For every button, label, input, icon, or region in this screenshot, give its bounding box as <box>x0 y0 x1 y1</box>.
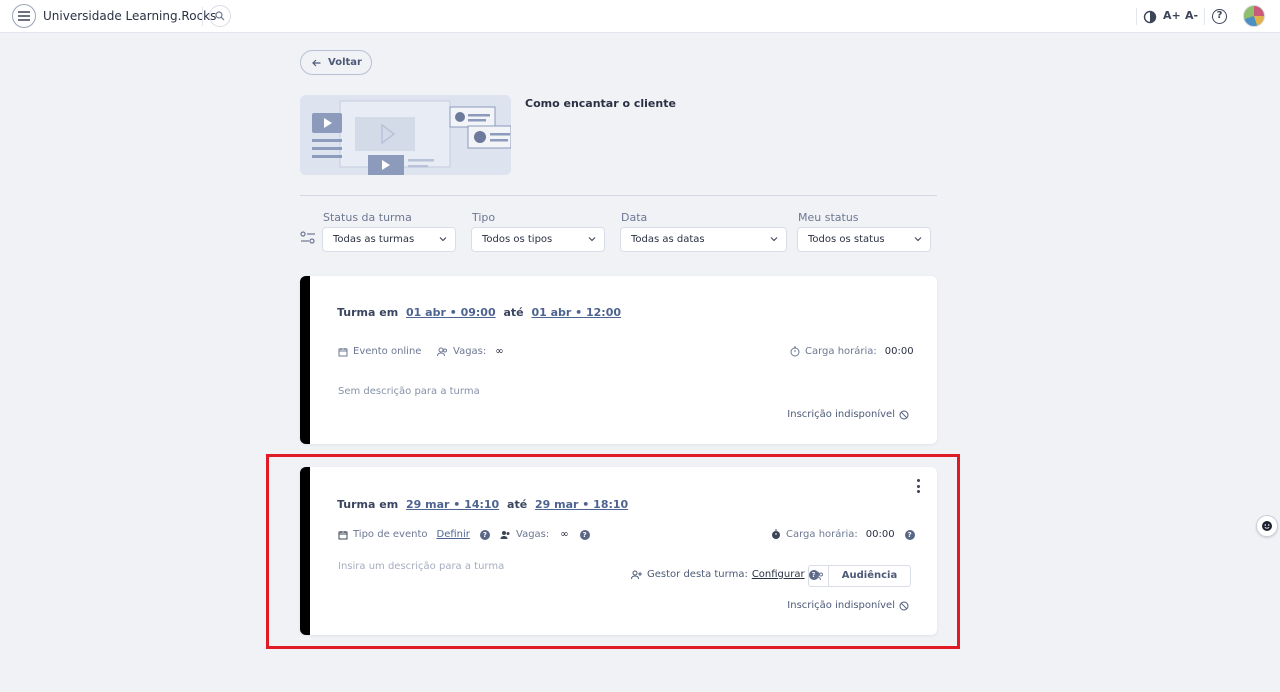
filter-label-meu-status: Meu status <box>798 211 859 224</box>
filter-label-tipo: Tipo <box>472 211 496 224</box>
divider <box>1204 8 1205 25</box>
event-type-label: Evento online <box>353 346 422 357</box>
timer-icon <box>790 346 800 357</box>
section-divider <box>300 195 937 196</box>
class-title: Turma em 01 abr • 09:00 até 01 abr • 12:… <box>337 306 625 319</box>
filter-value: Todas as turmas <box>333 234 415 245</box>
course-title: Como encantar o cliente <box>525 97 676 110</box>
carga-horaria: Carga horária: 00:00 <box>790 346 914 357</box>
chevron-down-icon <box>770 237 778 242</box>
class-end-date[interactable]: 01 abr • 12:00 <box>531 306 621 319</box>
class-description: Sem descrição para a turma <box>338 386 480 397</box>
help-icon[interactable]: ? <box>1212 9 1227 24</box>
users-icon <box>437 347 447 356</box>
filter-icon <box>300 230 316 244</box>
font-decrease-button[interactable]: A- <box>1185 9 1198 22</box>
filter-value: Todos os tipos <box>482 234 553 245</box>
filter-value: Todos os status <box>808 234 885 245</box>
enrollment-status: Inscrição indisponível <box>787 409 909 420</box>
class-start-date[interactable]: 01 abr • 09:00 <box>406 306 496 319</box>
class-title-prefix: Turma em <box>337 306 399 319</box>
contrast-icon[interactable] <box>1143 9 1157 24</box>
feedback-icon[interactable] <box>1256 515 1278 537</box>
chevron-down-icon <box>588 237 596 242</box>
font-increase-button[interactable]: A+ <box>1163 9 1181 22</box>
back-button[interactable]: Voltar <box>300 50 372 75</box>
enrollment-status-label: Inscrição indisponível <box>787 409 895 420</box>
filter-select-status[interactable]: Todas as turmas <box>322 227 456 252</box>
filter-label-data: Data <box>621 211 648 224</box>
arrow-left-icon <box>312 59 321 66</box>
event-type: Evento online <box>338 346 421 357</box>
avatar[interactable] <box>1243 5 1265 27</box>
carga-value: 00:00 <box>884 346 914 357</box>
vagas-value: ∞ <box>495 346 504 357</box>
filter-select-data[interactable]: Todas as datas <box>620 227 787 252</box>
back-label: Voltar <box>328 57 362 68</box>
vagas-label: Vagas: <box>453 346 487 357</box>
divider <box>1136 8 1137 25</box>
divider <box>202 7 203 26</box>
calendar-icon <box>338 347 348 356</box>
brand-name[interactable]: Universidade Learning.Rocks <box>43 9 216 23</box>
filter-select-tipo[interactable]: Todos os tipos <box>471 227 605 252</box>
top-bar: Universidade Learning.Rocks A+ A- ? <box>0 0 1280 33</box>
blocked-icon <box>899 410 909 419</box>
card-accent-bar <box>300 276 310 444</box>
chevron-down-icon <box>439 237 447 242</box>
search-icon[interactable] <box>209 5 231 27</box>
filter-value: Todas as datas <box>631 234 705 245</box>
carga-label: Carga horária: <box>805 346 877 357</box>
selection-highlight <box>266 454 960 649</box>
class-card: Turma em 01 abr • 09:00 até 01 abr • 12:… <box>300 276 937 444</box>
class-title-connector: até <box>503 306 524 319</box>
course-thumbnail <box>300 95 511 175</box>
hamburger-menu-icon[interactable] <box>12 4 36 28</box>
filter-select-meu-status[interactable]: Todos os status <box>797 227 931 252</box>
filter-label-status: Status da turma <box>323 211 412 224</box>
chevron-down-icon <box>914 237 922 242</box>
vagas: Vagas: ∞ <box>437 346 504 357</box>
